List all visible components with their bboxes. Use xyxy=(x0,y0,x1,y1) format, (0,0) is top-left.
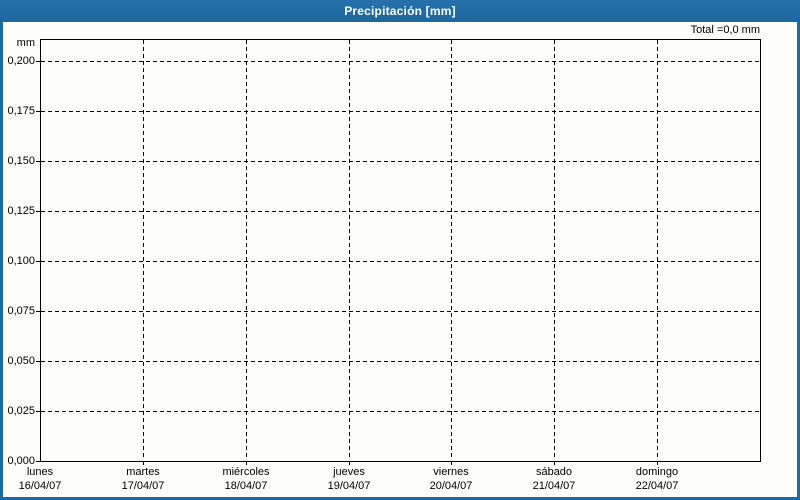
y-axis-tick-label: 0,150 xyxy=(7,155,35,167)
y-axis-tick xyxy=(36,411,40,412)
precipitation-chart-window: Precipitación [mm] Total =0,0 mm mm 0,20… xyxy=(0,0,800,500)
horizontal-gridline xyxy=(41,211,759,212)
y-axis-tick xyxy=(36,261,40,262)
x-axis-day-label: miércoles xyxy=(222,466,270,478)
chart-title: Precipitación [mm] xyxy=(344,4,456,18)
y-axis-tick xyxy=(36,461,40,462)
y-axis-tick xyxy=(36,361,40,362)
y-axis-tick xyxy=(36,111,40,112)
horizontal-gridline xyxy=(41,411,759,412)
horizontal-gridline xyxy=(41,311,759,312)
x-axis-day-label: domingo xyxy=(635,466,679,478)
horizontal-gridline xyxy=(41,111,759,112)
horizontal-gridline xyxy=(41,261,759,262)
y-axis-tick xyxy=(36,161,40,162)
x-axis-date-label: 21/04/07 xyxy=(532,480,576,492)
y-axis-tick xyxy=(36,211,40,212)
vertical-gridline xyxy=(349,40,350,460)
horizontal-gridline xyxy=(41,161,759,162)
vertical-gridline xyxy=(554,40,555,460)
y-axis-tick-label: 0,200 xyxy=(7,55,35,67)
plot-area xyxy=(40,39,761,462)
horizontal-gridline xyxy=(41,61,759,62)
y-axis-tick xyxy=(36,61,40,62)
y-axis-unit-label: mm xyxy=(16,37,35,49)
y-axis-tick xyxy=(36,311,40,312)
x-axis-date-label: 20/04/07 xyxy=(429,480,473,492)
vertical-gridline xyxy=(451,40,452,460)
x-axis-day-label: viernes xyxy=(433,466,469,478)
x-axis-day-label: sábado xyxy=(535,466,573,478)
y-axis-tick-label: 0,125 xyxy=(7,205,35,217)
y-axis-tick-label: 0,075 xyxy=(7,305,35,317)
vertical-gridline xyxy=(143,40,144,460)
horizontal-gridline xyxy=(41,361,759,362)
x-axis-date-label: 18/04/07 xyxy=(224,480,268,492)
x-axis-day-label: martes xyxy=(126,466,160,478)
chart-title-bar: Precipitación [mm] xyxy=(0,0,800,22)
vertical-gridline xyxy=(657,40,658,460)
y-axis-tick-label: 0,025 xyxy=(7,405,35,417)
y-axis-tick-label: 0,175 xyxy=(7,105,35,117)
x-axis-date-label: 17/04/07 xyxy=(121,480,165,492)
total-value-label: Total =0,0 mm xyxy=(690,24,760,36)
x-axis-date-label: 19/04/07 xyxy=(327,480,371,492)
x-axis-date-label: 22/04/07 xyxy=(635,480,679,492)
x-axis-day-label: jueves xyxy=(333,466,365,478)
x-axis-day-label: lunes xyxy=(26,466,54,478)
y-axis-tick-label: 0,050 xyxy=(7,355,35,367)
y-axis-tick-label: 0,100 xyxy=(7,255,35,267)
x-axis-date-label: 16/04/07 xyxy=(18,480,62,492)
vertical-gridline xyxy=(246,40,247,460)
